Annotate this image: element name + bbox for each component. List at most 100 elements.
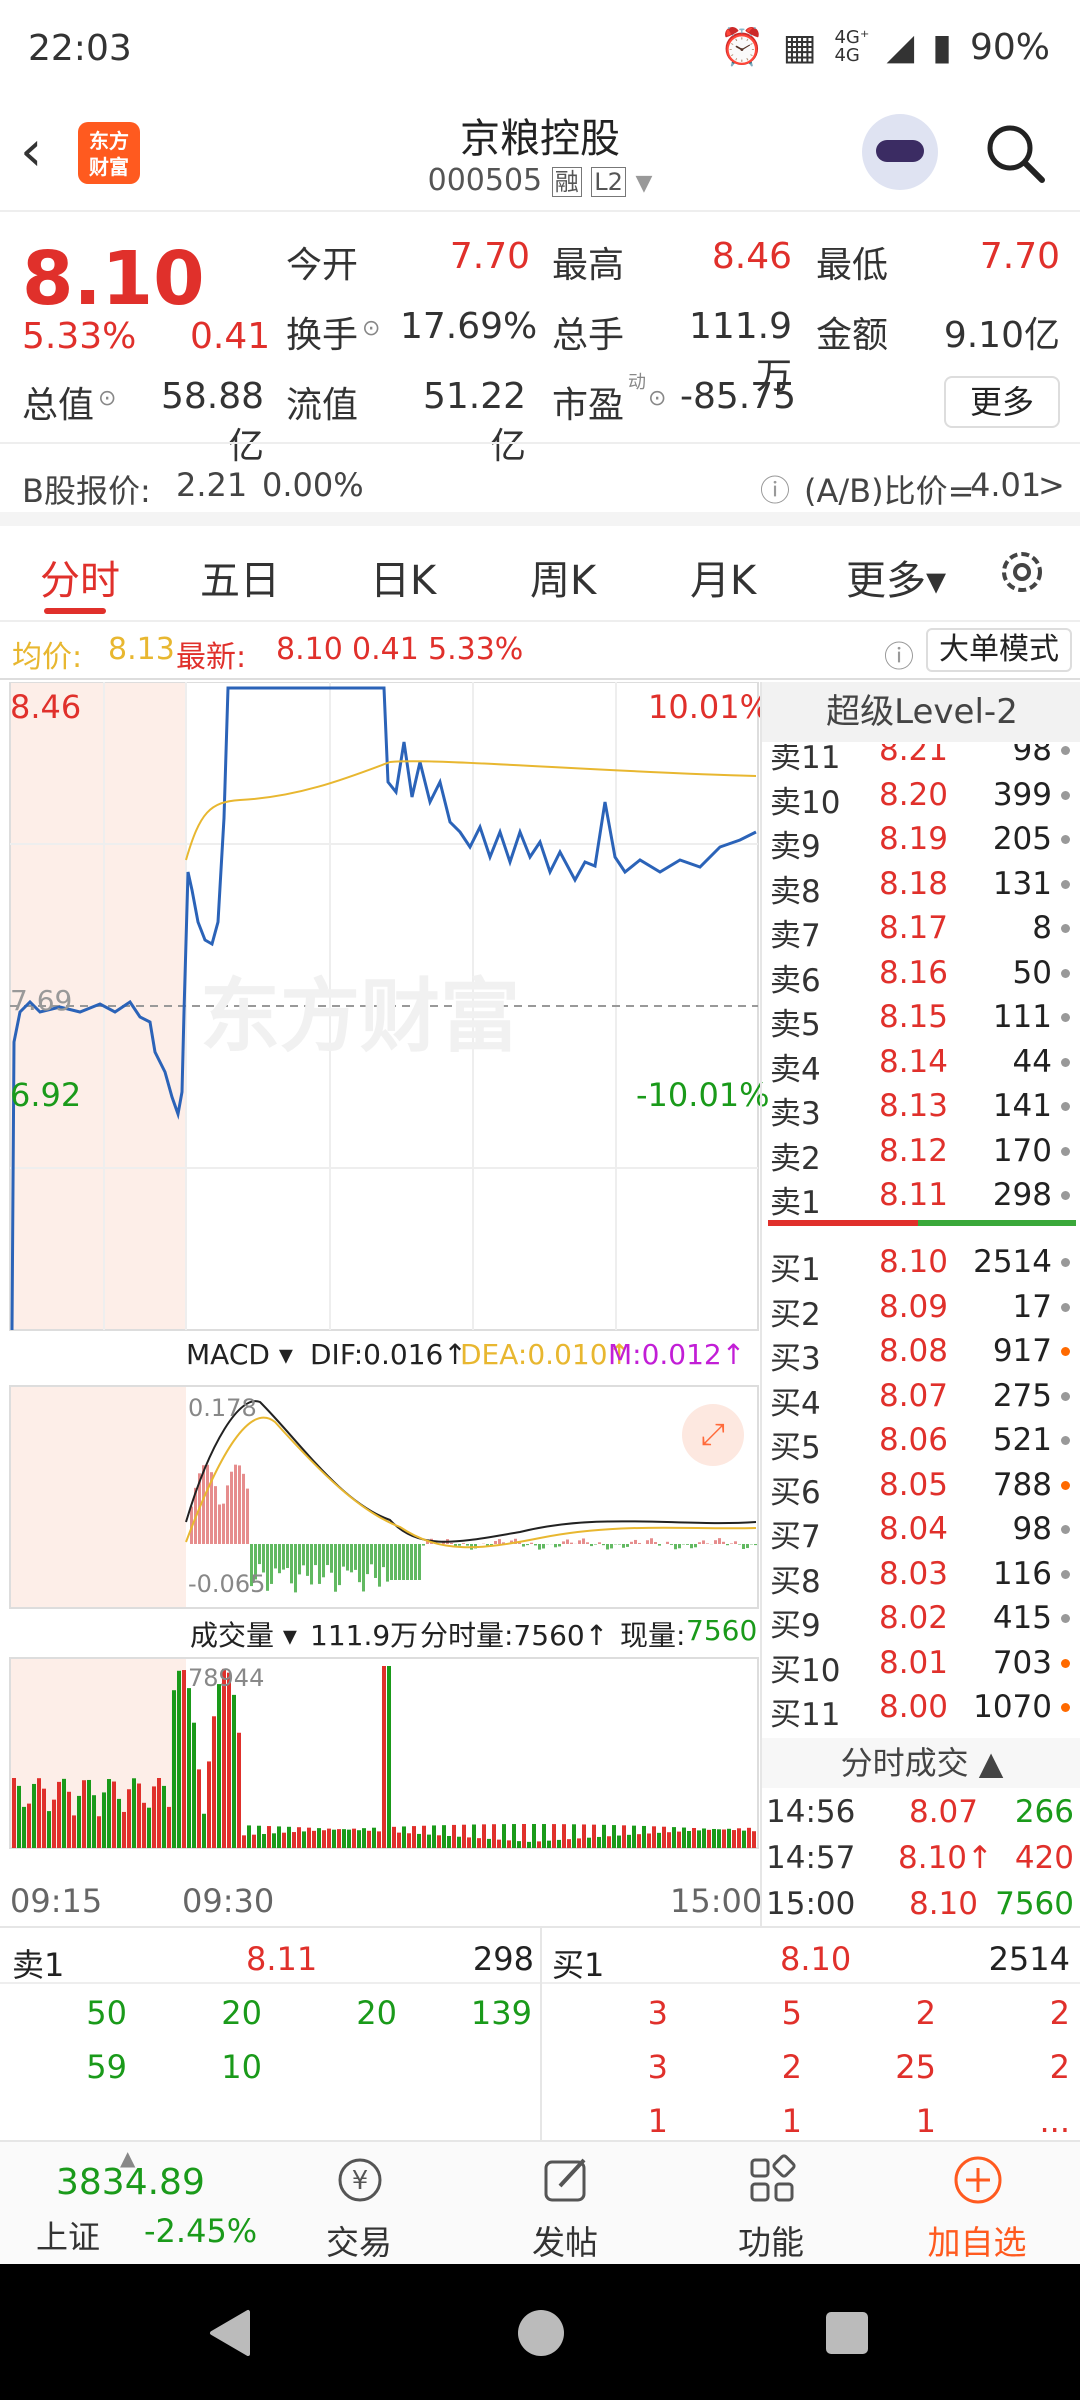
tab-daily-k[interactable]: 日K [370,548,436,606]
tab-post[interactable]: 发帖 [462,2142,668,2266]
pre-market-shade [10,1386,186,1608]
order-book-row[interactable]: 卖2 8.12 170 [762,1129,1080,1177]
macd-bar [538,1544,541,1550]
order-book-row[interactable]: 买1 8.10 2514 [762,1240,1080,1288]
volume-bar [397,1832,401,1848]
order-flag-dot [1061,1436,1070,1445]
order-book-row[interactable]: 卖9 8.19 205 [762,817,1080,865]
order-book-row[interactable]: 买7 8.04 98 [762,1507,1080,1555]
level2-title[interactable]: 超级Level-2 [762,682,1080,742]
tick-volume: 420 [1014,1840,1074,1876]
order-flag-dot [1061,746,1070,755]
volume-total: 111.9万 [310,1619,419,1652]
queue-order-size: 2 [1049,1994,1070,2032]
order-book-row[interactable]: 卖8 8.18 131 [762,862,1080,910]
volume-bar [507,1840,511,1848]
macd-bar [410,1544,413,1580]
order-book-row[interactable]: 买8 8.03 116 [762,1552,1080,1600]
stock-code: 000505 [427,163,543,198]
macd-bar [334,1544,337,1592]
order-book-row[interactable]: 买2 8.09 17 [762,1285,1080,1333]
order-flag-dot [1061,1191,1070,1200]
volume-bar [342,1829,346,1848]
volume-bar [527,1841,531,1848]
order-book-row[interactable]: 买6 8.05 788 [762,1463,1080,1511]
help-icon[interactable]: ⓘ [884,632,914,676]
order-level-volume: 116 [992,1555,1052,1592]
assistant-avatar[interactable] [862,114,938,190]
info-icon[interactable]: ⊙ [648,386,666,411]
macd-bar [402,1544,405,1580]
macd-bar [582,1538,585,1544]
order-book-row[interactable]: 买5 8.06 521 [762,1418,1080,1466]
volume-bar [672,1827,676,1848]
gear-icon[interactable] [996,546,1048,598]
order-book-row[interactable]: 买4 8.07 275 [762,1374,1080,1422]
help-icon[interactable]: ⓘ [760,466,790,510]
order-book-row[interactable]: 买3 8.08 917 [762,1329,1080,1377]
macd-bar [366,1544,369,1575]
order-flag-dot [1061,1347,1070,1356]
order-book-row[interactable]: 卖6 8.16 50 [762,951,1080,999]
volume-selector[interactable]: 成交量 ▾ [190,1614,297,1654]
volume-bar [82,1780,86,1848]
macd-bar [606,1544,609,1550]
info-icon[interactable]: ⊙ [362,316,380,341]
order-level-price: 8.01 [878,1644,948,1681]
order-level-price: 8.00 [878,1689,948,1725]
volume-bar [322,1830,326,1848]
volume-bar [282,1832,286,1848]
expand-icon[interactable]: ⤢ [682,1404,744,1466]
order-book-row[interactable]: 买9 8.02 415 [762,1596,1080,1644]
latest-value: 8.10 [276,632,343,667]
volume-bar [717,1829,721,1848]
open-value: 7.70 [449,236,530,277]
order-book-row[interactable]: 卖1 8.11 298 [762,1173,1080,1221]
more-button[interactable]: 更多 [944,376,1060,428]
index-ticker[interactable]: ▲ 3834.89 上证 -2.45% [0,2142,260,2266]
order-book-row[interactable]: 卖11 8.21 98 [762,744,1080,776]
volume-bar [452,1824,456,1848]
info-icon[interactable]: ⊙ [98,386,116,411]
macd-m: M:0.012↑ [608,1338,746,1371]
bid-ratio-bar [918,1220,1076,1226]
tab-trade[interactable]: ¥ 交易 [256,2142,462,2266]
intraday-chart[interactable]: 8.46 10.01% 7.69 东方财富 6.92 -10.01% MACD … [0,682,770,1926]
order-book-row[interactable]: 卖5 8.15 111 [762,995,1080,1043]
tick-volume: 266 [1014,1794,1074,1830]
tab-five-day[interactable]: 五日 [200,548,280,606]
macd-top-label: 0.178 [188,1394,257,1422]
volume-bar [487,1838,491,1848]
nav-home-icon[interactable] [516,2308,566,2358]
order-book-row[interactable]: 卖4 8.14 44 [762,1040,1080,1088]
status-bar: 22:03 ⏰ ▦ 4G⁺ 4G ◢ ▮ 90% [0,0,1080,100]
nav-recents-icon[interactable] [824,2310,870,2356]
tab-functions[interactable]: 功能 [668,2142,874,2266]
low-value: 7.70 [979,236,1060,277]
tab-weekly-k[interactable]: 周K [530,548,596,606]
macd-selector[interactable]: MACD ▾ [186,1338,293,1371]
search-icon[interactable] [980,118,1050,188]
b-share-line[interactable]: B股报价: 2.21 0.00% ⓘ (A/B)比价= 4.01 > [0,442,1080,526]
b-share-label: B股报价: [22,472,151,510]
amount-label: 金额 [816,315,889,356]
big-order-mode-button[interactable]: 大单模式 [926,628,1072,672]
order-book-row[interactable]: 买10 8.01 703 [762,1641,1080,1689]
volume-bar [332,1829,336,1848]
tab-monthly-k[interactable]: 月K [690,548,756,606]
macd-bar [698,1542,701,1544]
queue-sell-label: 卖1 [12,1946,65,1984]
tab-more[interactable]: 更多▾ [846,548,946,606]
tab-add-watchlist[interactable]: 加自选 [874,2142,1080,2266]
macd-bar [318,1544,321,1584]
order-book-row[interactable]: 卖3 8.13 141 [762,1084,1080,1132]
order-book-row[interactable]: 卖10 8.20 399 [762,773,1080,821]
queue-order-size: ... [1039,2102,1070,2140]
nav-back-icon[interactable] [206,2308,256,2358]
order-level-price: 8.17 [878,910,948,946]
volume-bar [442,1825,446,1848]
order-book-row[interactable]: 买11 8.00 1070 [762,1685,1080,1733]
tab-intraday[interactable]: 分时 [40,548,120,606]
trade-ticks-toggle[interactable]: 分时成交 ▲ [762,1738,1080,1788]
order-book-row[interactable]: 卖7 8.17 8 [762,906,1080,954]
